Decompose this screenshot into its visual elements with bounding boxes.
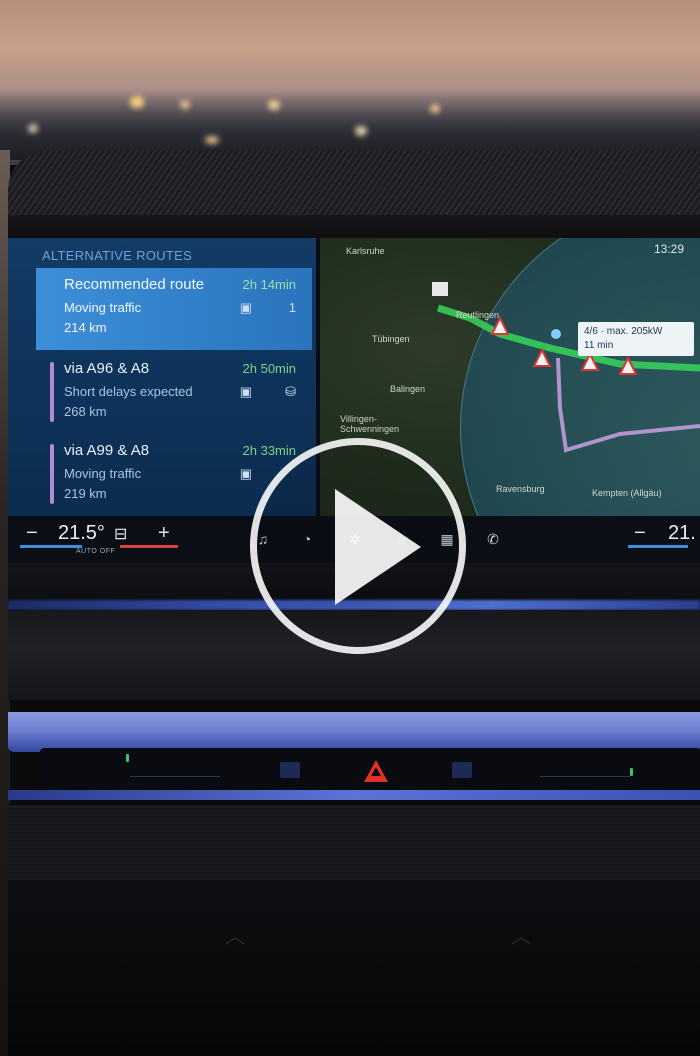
- map-city-label: Reutlingen: [456, 310, 500, 320]
- charging-station-icon: ▣: [239, 384, 252, 399]
- front-defrost-button[interactable]: [452, 762, 472, 778]
- city-light: [268, 100, 280, 110]
- map-city-label: Kempten (Allgäu): [592, 488, 662, 498]
- map-city-label: Ravensburg: [496, 484, 545, 494]
- route-distance: 268 km: [64, 404, 107, 419]
- charging-power-text: 4/6 · max. 205kW: [584, 326, 663, 337]
- air-vent-icon: ︿: [496, 920, 546, 948]
- route-name: Recommended route: [64, 276, 205, 293]
- map-city-label: Tübingen: [372, 334, 410, 344]
- start-flag-icon: [432, 282, 448, 296]
- route-traffic-status: Short delays expected: [64, 384, 193, 399]
- temp-indicator-cool: [20, 545, 82, 548]
- climate-auto-mode: AUTO OFF: [76, 548, 116, 555]
- indicator-light: [630, 768, 633, 776]
- route-color-bar: [50, 362, 54, 422]
- city-light: [28, 124, 38, 133]
- air-vent-icon: ︿: [210, 920, 260, 948]
- route-option-a96-a8[interactable]: via A96 & A8 2h 50min Short delays expec…: [36, 352, 312, 432]
- lower-console: [8, 880, 700, 1056]
- destination-marker: [551, 329, 561, 339]
- play-icon: [335, 489, 421, 605]
- toll-icon: ⛁: [285, 384, 296, 399]
- seat-heating-icon[interactable]: ⊟: [114, 524, 127, 544]
- charging-time-text: 11 min: [584, 340, 614, 351]
- city-light: [130, 96, 144, 108]
- status-clock: 13:29: [653, 242, 684, 256]
- route-name: via A99 & A8: [64, 442, 150, 459]
- strip-divider: [540, 776, 630, 777]
- phone-icon[interactable]: ✆: [482, 528, 504, 550]
- indicator-light: [126, 754, 129, 762]
- route-distance: 214 km: [64, 320, 107, 335]
- hazard-warning-icon[interactable]: [364, 760, 388, 782]
- alternative-routes-panel: ALTERNATIVE ROUTES Recommended route 2h …: [8, 238, 316, 516]
- play-video-button[interactable]: [250, 438, 466, 654]
- passenger-temp-indicator: [628, 545, 688, 548]
- speaker-grille: [8, 805, 700, 880]
- traffic-warning-icon: [490, 315, 510, 335]
- charging-info-callout[interactable]: 4/6 · max. 205kW 11 min: [578, 322, 694, 356]
- charging-station-icon: ▣: [239, 466, 252, 481]
- temp-indicator-warm: [120, 545, 178, 548]
- route-duration: 2h 33min: [242, 443, 296, 458]
- route-duration: 2h 50min: [242, 361, 296, 376]
- map-city-label: Balingen: [390, 384, 426, 394]
- route-option-recommended[interactable]: Recommended route 2h 14min Moving traffi…: [36, 268, 312, 350]
- driver-temperature[interactable]: 21.5°: [58, 522, 105, 545]
- ambient-light-strip: [8, 790, 700, 800]
- charging-stop-count: 1: [288, 300, 296, 315]
- routes-panel-title: ALTERNATIVE ROUTES: [42, 248, 193, 263]
- strip-divider: [130, 776, 220, 777]
- city-light: [430, 104, 440, 113]
- route-name: via A96 & A8: [64, 360, 150, 377]
- map-city-label: Villingen-Schwenningen: [340, 414, 400, 434]
- route-distance: 219 km: [64, 486, 107, 501]
- rear-defrost-button[interactable]: [280, 762, 300, 778]
- route-traffic-status: Moving traffic: [64, 300, 142, 315]
- ambient-light-panel: [8, 712, 700, 752]
- route-duration: 2h 14min: [242, 277, 296, 292]
- passenger-temp-decrease-button[interactable]: −: [634, 522, 646, 545]
- route-traffic-status: Moving traffic: [64, 466, 142, 481]
- temp-increase-button[interactable]: +: [158, 522, 170, 545]
- traffic-warning-icon: [532, 347, 552, 367]
- city-light: [355, 126, 367, 136]
- city-light: [205, 136, 219, 144]
- temp-decrease-button[interactable]: −: [26, 522, 38, 545]
- charging-station-icon: ▣: [239, 300, 252, 315]
- map-city-label: Karlsruhe: [346, 246, 385, 256]
- route-color-bar: [50, 444, 54, 504]
- city-light: [180, 100, 190, 109]
- passenger-temperature[interactable]: 21.: [668, 522, 696, 545]
